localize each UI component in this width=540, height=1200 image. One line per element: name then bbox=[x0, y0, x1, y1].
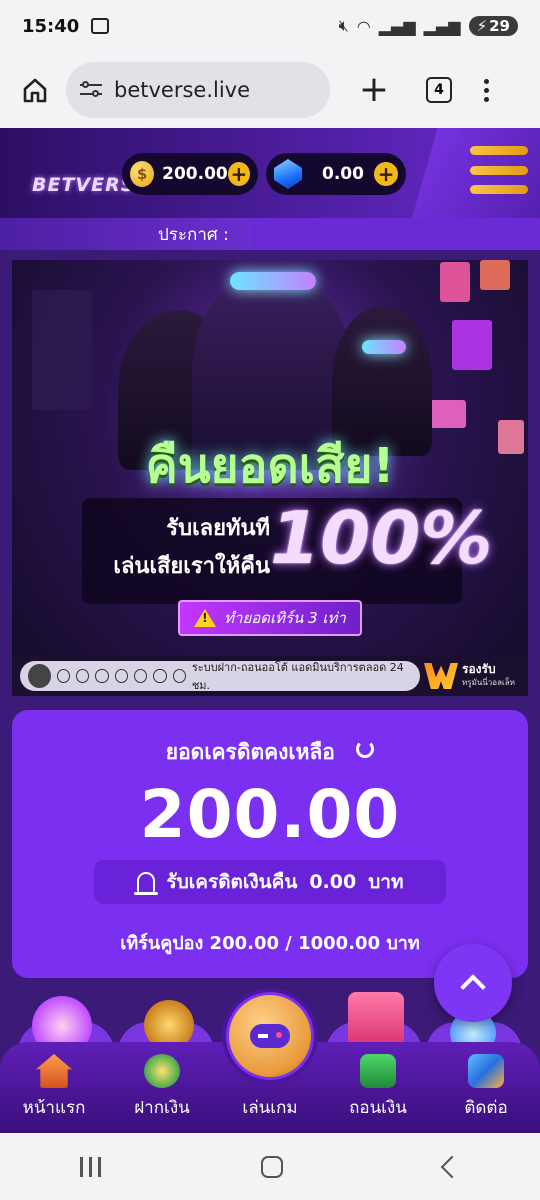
play-game-button[interactable] bbox=[226, 992, 314, 1080]
promo-line-2: เล่นเสียเราให้คืน bbox=[113, 554, 270, 579]
nav-withdraw-label: ถอนเงิน bbox=[349, 1098, 407, 1118]
credit-balance-card: ยอดเครดิตคงเหลือ 200.00 รับเครดิตเงินคืน… bbox=[12, 710, 528, 978]
site-menu-button[interactable] bbox=[470, 146, 528, 194]
screenshot-icon bbox=[91, 18, 110, 34]
address-bar[interactable]: betverse.live bbox=[66, 62, 330, 118]
cashback-button[interactable]: รับเครดิตเงินคืน 0.00 บาท bbox=[94, 860, 446, 904]
system-back-button[interactable] bbox=[440, 1155, 464, 1178]
character-visor bbox=[362, 340, 406, 354]
mute-icon: 🔇︎ bbox=[338, 16, 349, 35]
credit-title: ยอดเครดิตคงเหลือ bbox=[165, 740, 335, 764]
bank-strip: ระบบฝาก-ถอนออโต้ แอดมินบริการตลอด 24 ชม. bbox=[20, 661, 420, 692]
scroll-to-top-button[interactable] bbox=[434, 944, 512, 1022]
nav-contact-label: ติดต่อ bbox=[464, 1098, 508, 1118]
gem-icon bbox=[274, 159, 302, 189]
credit-amount: 200.00 bbox=[139, 776, 401, 853]
partner-line-2: ทรูมันนี่วอลเล็ท bbox=[462, 678, 515, 687]
cashback-label: รับเครดิตเงินคืน bbox=[166, 871, 298, 893]
status-bar: 15:40 🔇︎ ◠ ▂▄▆ ▂▄▆ ⚡ 29 bbox=[0, 0, 540, 52]
coin-wallet[interactable]: $ 200.00 + bbox=[122, 153, 258, 195]
nav-play-label: เล่นเกม bbox=[242, 1098, 298, 1118]
promo-text: รับเลยทันที เล่นเสียเราให้คืน bbox=[90, 510, 270, 586]
bell-icon bbox=[133, 872, 158, 895]
gem-balance: 0.00 bbox=[322, 164, 364, 184]
coin-balance: 200.00 bbox=[162, 164, 228, 184]
promo-percent: 100% bbox=[270, 496, 493, 580]
chevron-up-icon bbox=[460, 974, 486, 1000]
banner-footer: ระบบฝาก-ถอนออโต้ แอดมินบริการตลอด 24 ชม.… bbox=[12, 656, 528, 696]
browser-toolbar: betverse.live + 4 bbox=[0, 52, 540, 128]
withdraw-icon bbox=[360, 1054, 396, 1088]
nav-home-label: หน้าแรก bbox=[22, 1098, 86, 1118]
auto-deposit-text: ระบบฝาก-ถอนออโต้ แอดมินบริการตลอด 24 ชม. bbox=[191, 661, 404, 692]
signal-icon: ▂▄▆ bbox=[378, 16, 416, 36]
system-home-button[interactable] bbox=[261, 1155, 284, 1178]
neon-sign bbox=[452, 320, 492, 370]
add-coin-button[interactable]: + bbox=[227, 162, 250, 186]
status-icons: 🔇︎ ◠ ▂▄▆ ▂▄▆ ⚡ 29 bbox=[339, 16, 518, 36]
url-text: betverse.live bbox=[114, 78, 251, 102]
nav-deposit-label: ฝากเงิน bbox=[134, 1098, 190, 1118]
wallet-logo-icon bbox=[424, 663, 458, 689]
site-header: BETVERSE $ 200.00 + 0.00 + bbox=[0, 128, 540, 218]
credit-title-row: ยอดเครดิตคงเหลือ bbox=[12, 736, 528, 769]
promo-line-1: รับเลยทันที bbox=[166, 516, 270, 541]
system-nav-bar bbox=[0, 1133, 540, 1200]
coin-icon: $ bbox=[130, 161, 155, 187]
cashback-value: 0.00 bbox=[309, 871, 357, 893]
bank-icon bbox=[153, 669, 167, 683]
truemoney-badge: รองรับ ทรูมันนี่วอลเล็ท bbox=[424, 658, 524, 694]
nav-home[interactable]: หน้าแรก bbox=[4, 1054, 104, 1121]
battery-indicator: ⚡ 29 bbox=[468, 16, 518, 36]
wifi-icon: ◠ bbox=[356, 16, 371, 36]
house-icon bbox=[36, 1054, 72, 1088]
turnover-badge: ทำยอดเทิร์น 3 เท่า bbox=[178, 600, 362, 636]
bank-icon bbox=[56, 669, 70, 683]
site-settings-icon[interactable] bbox=[80, 81, 102, 99]
battery-level: 29 bbox=[489, 17, 510, 35]
bolt-icon: ⚡ bbox=[476, 17, 488, 35]
gamepad-icon bbox=[250, 1024, 290, 1048]
partner-line-1: รองรับ bbox=[462, 662, 496, 676]
neon-sign bbox=[480, 260, 510, 290]
gift-promo-icon bbox=[348, 992, 404, 1048]
browser-menu-button[interactable] bbox=[484, 78, 489, 102]
bank-icon bbox=[172, 669, 186, 683]
nav-deposit[interactable]: ฝากเงิน bbox=[112, 1054, 212, 1121]
browser-home-button[interactable] bbox=[18, 73, 52, 107]
status-time: 15:40 bbox=[22, 15, 80, 37]
signal-icon-2: ▂▄▆ bbox=[423, 16, 461, 36]
deposit-icon bbox=[144, 1054, 180, 1088]
nav-contact[interactable]: ติดต่อ bbox=[436, 1054, 536, 1121]
character-visor bbox=[230, 272, 316, 290]
brand-badge-icon bbox=[28, 664, 51, 688]
gem-wallet[interactable]: 0.00 + bbox=[266, 153, 406, 195]
building bbox=[32, 290, 92, 410]
warning-icon bbox=[194, 609, 217, 627]
bank-icon bbox=[75, 669, 90, 683]
bank-icon bbox=[95, 669, 109, 683]
announcement-label: ประกาศ : bbox=[0, 218, 252, 250]
announcement-bar: ประกาศ : bbox=[0, 218, 540, 250]
turnover-text: ทำยอดเทิร์น 3 เท่า bbox=[224, 609, 346, 627]
cashback-unit: บาท bbox=[368, 871, 404, 893]
recents-button[interactable] bbox=[80, 1156, 102, 1177]
new-tab-button[interactable]: + bbox=[356, 72, 392, 108]
contact-icon bbox=[468, 1054, 504, 1088]
tab-switcher-button[interactable]: 4 bbox=[426, 77, 452, 103]
home-icon bbox=[23, 78, 47, 103]
bank-icon bbox=[114, 669, 128, 683]
nav-withdraw[interactable]: ถอนเงิน bbox=[328, 1054, 428, 1121]
add-gem-button[interactable]: + bbox=[374, 162, 398, 186]
neon-sign bbox=[440, 262, 470, 302]
promo-banner[interactable]: คืนยอดเสีย! รับเลยทันที เล่นเสียเราให้คื… bbox=[12, 260, 528, 696]
announcement-marquee bbox=[252, 218, 540, 250]
bank-icon bbox=[133, 669, 148, 683]
website: BETVERSE $ 200.00 + 0.00 + ประกาศ : คืนย… bbox=[0, 128, 540, 1133]
banner-headline: คืนยอดเสีย! bbox=[145, 438, 395, 494]
refresh-icon[interactable] bbox=[356, 740, 375, 758]
